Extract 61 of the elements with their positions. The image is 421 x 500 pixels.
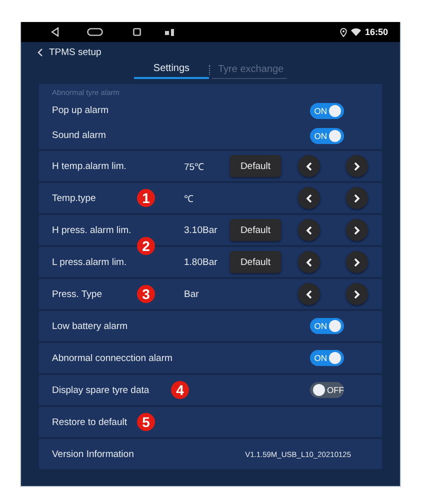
toggle-switch[interactable]: ON xyxy=(310,350,344,366)
right-chevron-icon xyxy=(354,162,360,170)
previous-button[interactable] xyxy=(298,219,320,241)
left-chevron-icon xyxy=(306,226,312,234)
toggle-switch[interactable]: ON xyxy=(310,318,344,334)
number-marker: 1 xyxy=(137,189,155,207)
left-chevron-icon xyxy=(306,290,312,298)
toggle-switch[interactable]: ON xyxy=(310,102,344,118)
right-chevron-icon xyxy=(354,290,360,298)
right-chevron-icon xyxy=(354,194,360,202)
setting-label: H press. alarm lim. xyxy=(52,224,132,236)
previous-button[interactable] xyxy=(298,251,320,273)
square-icon[interactable] xyxy=(133,28,141,36)
default-button[interactable]: Default xyxy=(230,155,281,177)
tab[interactable]: Settings xyxy=(134,61,209,79)
left-chevron-icon xyxy=(306,162,312,170)
default-button[interactable]: Default xyxy=(230,251,281,273)
setting-label: Display spare tyre data xyxy=(52,384,150,396)
next-button[interactable] xyxy=(346,219,368,241)
previous-button[interactable] xyxy=(298,283,320,305)
setting-value: 3.10Bar xyxy=(184,224,218,236)
page-title: TPMS setup xyxy=(49,46,102,58)
number-marker: 4 xyxy=(171,381,189,399)
setting-label: Sound alarm xyxy=(52,130,107,141)
number-marker: 5 xyxy=(137,413,155,431)
setting-value: Bar xyxy=(184,288,200,300)
back-chevron-icon[interactable] xyxy=(37,48,43,56)
clock-time: 16:50 xyxy=(364,27,388,37)
setting-label: Pop up alarm xyxy=(52,105,110,116)
setting-label: Version Information xyxy=(52,448,134,460)
number-marker: 2 xyxy=(137,237,155,255)
left-chevron-icon xyxy=(306,258,312,266)
setting-label: L press.alarm lim. xyxy=(52,256,127,268)
setting-value: 1.80Bar xyxy=(184,256,218,268)
left-chevron-icon xyxy=(306,194,312,202)
home-pill-icon[interactable] xyxy=(87,28,103,36)
right-chevron-icon xyxy=(354,226,360,234)
setting-label: Abnormal connecction alarm xyxy=(52,352,172,364)
next-button[interactable] xyxy=(346,283,368,305)
previous-button[interactable] xyxy=(298,187,320,209)
toggle-switch[interactable]: ON xyxy=(310,128,344,144)
next-button[interactable] xyxy=(346,251,368,273)
toggle-switch[interactable]: OFF xyxy=(310,382,344,398)
next-button[interactable] xyxy=(346,187,368,209)
next-button[interactable] xyxy=(346,155,368,177)
tab-separator-dots xyxy=(209,65,212,75)
number-marker: 3 xyxy=(137,285,155,303)
setting-label: Temp.type xyxy=(52,192,96,204)
setting-label: Low battery alarm xyxy=(52,320,128,332)
wifi-icon xyxy=(350,28,361,36)
back-triangle-icon[interactable] xyxy=(51,27,59,37)
setting-label: H temp.alarm lim. xyxy=(52,160,126,172)
right-chevron-icon xyxy=(354,258,360,266)
previous-button[interactable] xyxy=(298,155,320,177)
default-button[interactable]: Default xyxy=(230,219,281,241)
location-pin-icon xyxy=(340,28,347,36)
notification-icons xyxy=(165,28,175,36)
setting-label: Restore to default xyxy=(52,416,127,428)
setting-label: Press. Type xyxy=(52,288,102,300)
setting-value: 75℃ xyxy=(184,160,205,172)
setting-value: ℃ xyxy=(184,192,194,204)
